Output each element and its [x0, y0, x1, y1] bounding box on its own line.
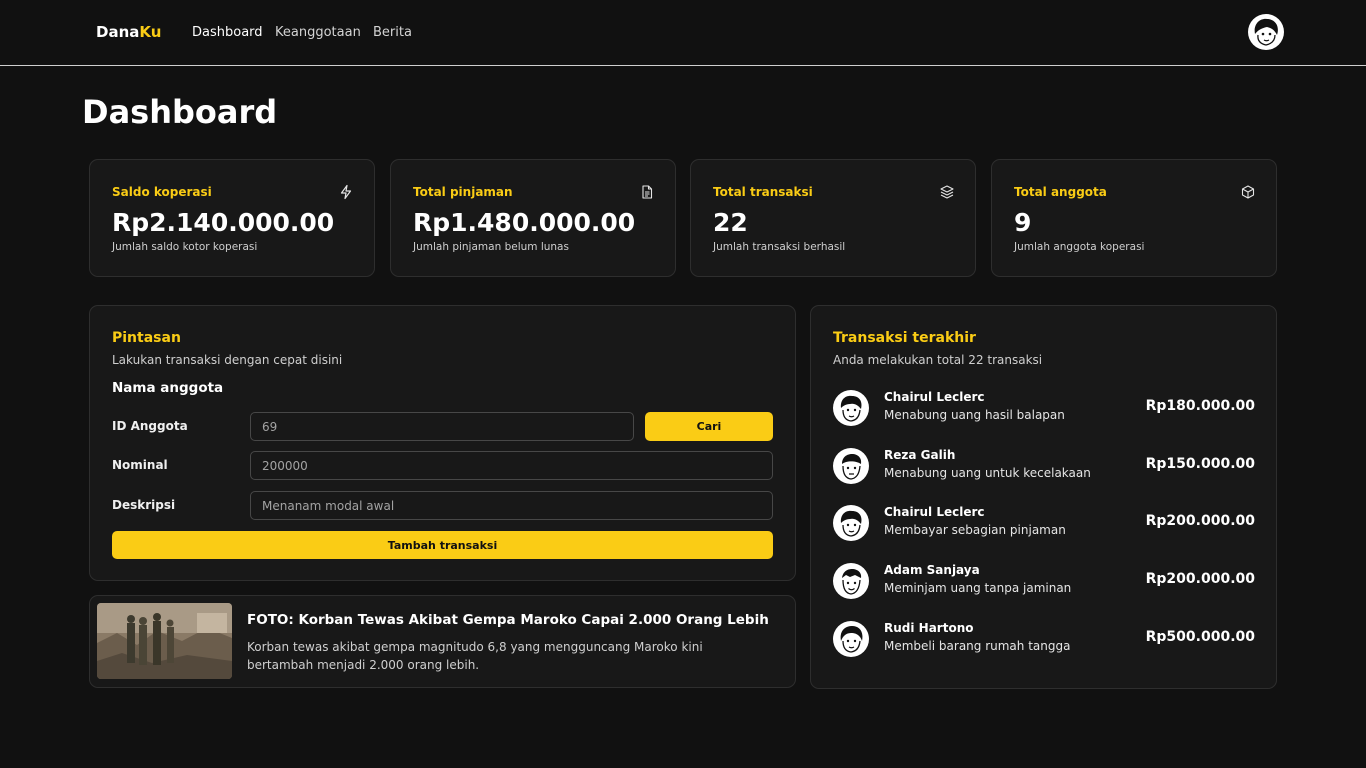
member-name: Reza Galih	[884, 448, 956, 462]
stat-value: 22	[713, 208, 748, 237]
member-name: Chairul Leclerc	[884, 505, 985, 519]
stat-label: Total anggota	[1014, 185, 1107, 199]
transaction-row[interactable]: Rudi Hartono Membeli barang rumah tangga…	[833, 620, 1255, 660]
id-anggota-input[interactable]	[250, 412, 634, 441]
member-avatar	[833, 621, 869, 657]
add-transaction-button[interactable]: Tambah transaksi	[112, 531, 773, 559]
stat-sub: Jumlah anggota koperasi	[1014, 241, 1145, 253]
stat-sub: Jumlah transaksi berhasil	[713, 241, 846, 253]
member-avatar	[833, 448, 869, 484]
shortcut-title: Pintasan	[112, 330, 181, 346]
id-anggota-label: ID Anggota	[112, 419, 188, 433]
brand-logo[interactable]: DanaKu	[96, 23, 161, 41]
shortcut-card: Pintasan Lakukan transaksi dengan cepat …	[89, 305, 796, 581]
member-name: Chairul Leclerc	[884, 390, 985, 404]
transaction-description: Meminjam uang tanpa jaminan	[884, 581, 1072, 595]
stat-label: Saldo koperasi	[112, 185, 212, 199]
stat-card-pinjaman: Total pinjaman Rp1.480.000.00 Jumlah pin…	[390, 159, 676, 277]
transaction-amount: Rp150.000.00	[1145, 456, 1255, 472]
member-avatar	[833, 390, 869, 426]
transaction-description: Membayar sebagian pinjaman	[884, 523, 1066, 537]
stat-label: Total transaksi	[713, 185, 813, 199]
brand-part-2: Ku	[139, 23, 162, 41]
member-name: Rudi Hartono	[884, 621, 974, 635]
box-icon	[1241, 185, 1255, 199]
deskripsi-label: Deskripsi	[112, 498, 176, 512]
stat-value: Rp1.480.000.00	[413, 208, 636, 237]
recent-transactions-card: Transaksi terakhir Anda melakukan total …	[810, 305, 1277, 689]
transaction-amount: Rp180.000.00	[1145, 398, 1255, 414]
stat-label: Total pinjaman	[413, 185, 513, 199]
deskripsi-input[interactable]	[250, 491, 773, 520]
member-avatar	[833, 505, 869, 541]
nav-link-dashboard[interactable]: Dashboard	[192, 25, 263, 40]
member-avatar	[833, 563, 869, 599]
nav-link-keanggotaan[interactable]: Keanggotaan	[275, 25, 361, 40]
page-title: Dashboard	[82, 93, 278, 131]
news-thumbnail[interactable]	[97, 603, 232, 679]
transaction-description: Menabung uang hasil balapan	[884, 408, 1065, 422]
transaction-description: Membeli barang rumah tangga	[884, 639, 1071, 653]
shortcut-subtitle: Lakukan transaksi dengan cepat disini	[112, 353, 343, 367]
transaction-description: Menabung uang untuk kecelakaan	[884, 466, 1091, 480]
top-navbar: DanaKu Dashboard Keanggotaan Berita	[0, 0, 1366, 66]
brand-part-1: Dana	[96, 23, 140, 41]
transactions-title: Transaksi terakhir	[833, 330, 976, 346]
transaction-row[interactable]: Reza Galih Menabung uang untuk kecelakaa…	[833, 447, 1255, 487]
stat-value: 9	[1014, 208, 1032, 237]
transaction-row[interactable]: Chairul Leclerc Membayar sebagian pinjam…	[833, 504, 1255, 544]
transaction-row[interactable]: Chairul Leclerc Menabung uang hasil bala…	[833, 389, 1255, 429]
news-card[interactable]: FOTO: Korban Tewas Akibat Gempa Maroko C…	[89, 595, 796, 688]
user-avatar[interactable]	[1248, 14, 1284, 50]
stat-card-saldo: Saldo koperasi Rp2.140.000.00 Jumlah sal…	[89, 159, 375, 277]
stat-value: Rp2.140.000.00	[112, 208, 335, 237]
transaction-row[interactable]: Adam Sanjaya Meminjam uang tanpa jaminan…	[833, 562, 1255, 602]
news-description: Korban tewas akibat gempa magnitudo 6,8 …	[247, 640, 703, 672]
document-icon	[642, 185, 653, 199]
lightning-icon	[340, 184, 352, 200]
transactions-subtitle: Anda melakukan total 22 transaksi	[833, 353, 1043, 367]
search-member-button[interactable]: Cari	[645, 412, 773, 441]
stat-sub: Jumlah pinjaman belum lunas	[413, 241, 569, 253]
transaction-amount: Rp500.000.00	[1145, 629, 1255, 645]
nominal-input[interactable]	[250, 451, 773, 480]
stat-sub: Jumlah saldo kotor koperasi	[112, 241, 258, 253]
member-name: Adam Sanjaya	[884, 563, 980, 577]
news-title[interactable]: FOTO: Korban Tewas Akibat Gempa Maroko C…	[247, 612, 769, 628]
transaction-amount: Rp200.000.00	[1145, 513, 1255, 529]
nav-link-berita[interactable]: Berita	[373, 25, 412, 40]
nominal-label: Nominal	[112, 458, 168, 472]
form-heading: Nama anggota	[112, 380, 224, 396]
layers-icon	[940, 185, 954, 199]
stat-card-anggota: Total anggota 9 Jumlah anggota koperasi	[991, 159, 1277, 277]
transaction-amount: Rp200.000.00	[1145, 571, 1255, 587]
stat-card-transaksi: Total transaksi 22 Jumlah transaksi berh…	[690, 159, 976, 277]
